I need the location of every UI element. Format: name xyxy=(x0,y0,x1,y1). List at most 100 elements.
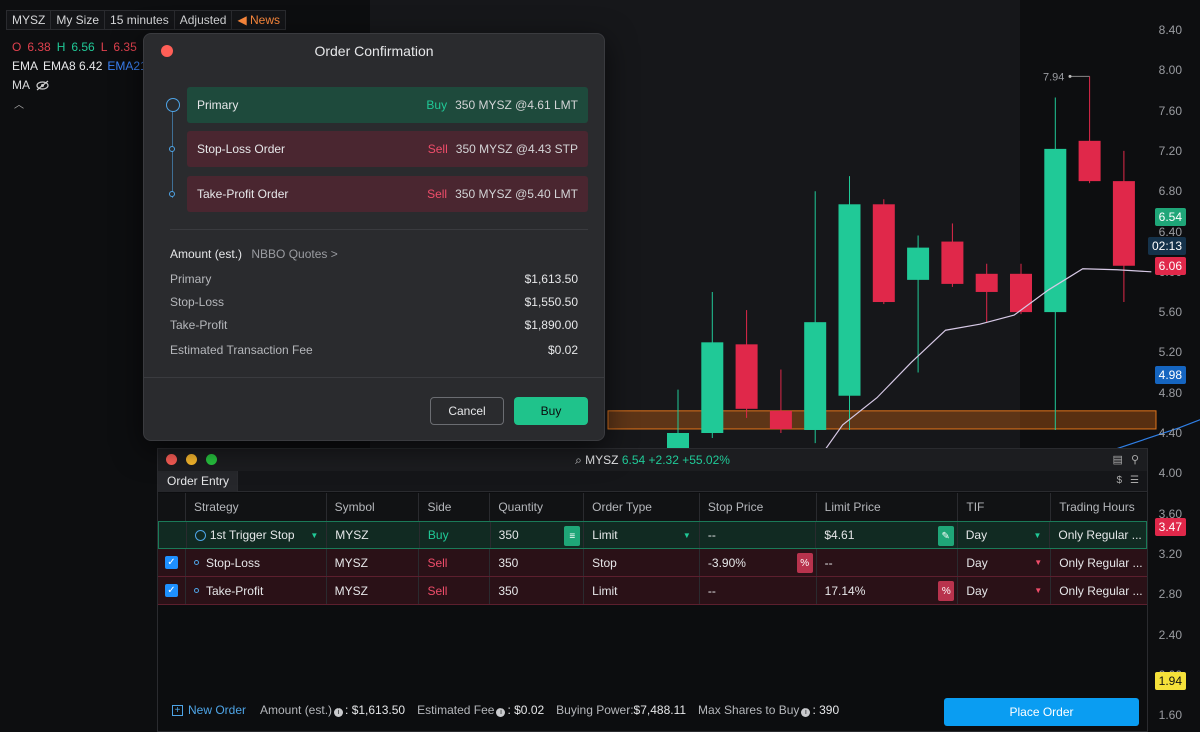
price-tick-label: 4.80 xyxy=(1158,385,1182,400)
percent-icon[interactable]: % xyxy=(938,581,955,601)
high-marker-dot xyxy=(1068,74,1072,78)
info-icon[interactable]: i xyxy=(496,708,506,717)
col-order-type[interactable]: Order Type xyxy=(584,493,700,521)
col-trading-hours[interactable]: Trading Hours xyxy=(1051,493,1147,521)
confirm-buy-button[interactable]: Buy xyxy=(514,397,588,425)
side-cell[interactable]: Buy xyxy=(420,522,491,548)
col-tif[interactable]: TIF xyxy=(958,493,1052,521)
chevron-up-icon[interactable]: ︿ xyxy=(14,96,24,111)
row-checkbox[interactable]: ✓ xyxy=(158,549,186,576)
trading-hours-select[interactable]: Only Regular ... xyxy=(1050,522,1146,548)
price-tick-label: 2.80 xyxy=(1158,587,1182,602)
limit-price-input[interactable]: 17.14% % xyxy=(817,577,959,604)
interval-selector[interactable]: 15 minutes xyxy=(104,10,174,30)
high-marker-label: 7.94 xyxy=(1043,71,1064,83)
eye-hidden-icon[interactable] xyxy=(36,80,49,91)
leg-name: Take-Profit Order xyxy=(197,187,289,201)
tif-select[interactable]: Day ▼ xyxy=(958,549,1052,576)
side-cell[interactable]: Sell xyxy=(419,549,491,576)
limit-price-value: 17.14% xyxy=(824,583,866,598)
timeline-dot xyxy=(169,191,175,197)
stat-value: : 390 xyxy=(812,703,840,717)
stop-price-input[interactable]: -3.90% % xyxy=(700,549,817,576)
tab-bar: Order Entry $ ☰ xyxy=(158,471,1147,492)
ohlc-readout: O 6.38 H 6.56 L 6.35 xyxy=(12,40,137,54)
stat-value: $7,488.11 xyxy=(633,703,687,717)
dollar-icon[interactable]: $ xyxy=(1116,475,1122,486)
stack-icon[interactable]: ≡ xyxy=(564,526,581,546)
quote-header: ⌕ MYSZ 6.54 +2.32 +55.02% xyxy=(158,453,1147,468)
place-order-button[interactable]: Place Order xyxy=(944,698,1139,726)
limit-price-input[interactable]: -- xyxy=(817,549,959,576)
candle-body xyxy=(1078,140,1101,182)
nbbo-quotes-link[interactable]: NBBO Quotes > xyxy=(251,247,337,261)
trading-hours-select[interactable]: Only Regular ... xyxy=(1051,577,1147,604)
side-cell[interactable]: Sell xyxy=(419,577,491,604)
col-quantity[interactable]: Quantity xyxy=(490,493,585,521)
stop-price-input[interactable]: -- xyxy=(700,577,817,604)
leg-desc: 350 MYSZ @4.43 STP xyxy=(455,142,578,156)
news-button[interactable]: ◀ News xyxy=(231,10,287,30)
limit-price-input[interactable]: $4.61 ✎ xyxy=(816,522,958,548)
layout-icon[interactable]: ▤ xyxy=(1113,453,1123,466)
order-entry-window: ⌕ MYSZ 6.54 +2.32 +55.02% ▤ ⚲ Order Entr… xyxy=(157,448,1148,732)
order-type-select[interactable]: Limit ▼ xyxy=(584,522,700,548)
adjust-selector[interactable]: Adjusted xyxy=(173,10,232,30)
new-order-button[interactable]: + New Order xyxy=(172,703,246,717)
tif-select[interactable]: Day ▼ xyxy=(958,522,1051,548)
grid-header: Strategy Symbol Side Quantity Order Type… xyxy=(158,493,1147,521)
tab-order-entry[interactable]: Order Entry xyxy=(158,471,238,492)
ema-study-legend[interactable]: EMA EMA8 6.42 EMA21 xyxy=(12,59,147,73)
ema8-value: EMA8 6.42 xyxy=(43,59,103,73)
price-tag: 3.47 xyxy=(1154,517,1186,536)
col-symbol[interactable]: Symbol xyxy=(327,493,420,521)
leg-side: Sell xyxy=(427,187,448,201)
edit-icon[interactable]: ✎ xyxy=(937,526,954,546)
pin-icon[interactable]: ⚲ xyxy=(1131,453,1139,466)
order-type-select[interactable]: Limit xyxy=(584,577,700,604)
leg-name: Primary xyxy=(197,98,239,112)
strategy-value: Take-Profit xyxy=(205,583,264,598)
tif-select[interactable]: Day ▼ xyxy=(958,577,1052,604)
amount-row-value: $1,550.50 xyxy=(524,295,578,309)
percent-icon[interactable]: % xyxy=(796,553,813,573)
row-checkbox[interactable]: ✓ xyxy=(158,577,186,604)
order-row-primary: 1st Trigger Stop ▼ MYSZ Buy 350 ≡ Limit … xyxy=(158,521,1147,549)
candle-body xyxy=(941,241,964,284)
trading-hours-select[interactable]: Only Regular ... xyxy=(1051,549,1147,576)
amount-row: Estimated Transaction Fee $0.02 xyxy=(170,343,578,357)
megaphone-icon: ◀ xyxy=(237,13,247,27)
strategy-select[interactable]: 1st Trigger Stop ▼ xyxy=(187,522,328,548)
candle-body xyxy=(701,342,724,433)
price-axis[interactable]: 8.408.007.607.206.806.406.005.605.204.80… xyxy=(1147,0,1200,732)
size-selector[interactable]: My Size xyxy=(50,10,105,30)
quantity-input[interactable]: 350 ≡ xyxy=(491,522,585,548)
col-side[interactable]: Side xyxy=(419,493,491,521)
col-limit-price[interactable]: Limit Price xyxy=(817,493,959,521)
quantity-input[interactable]: 350 xyxy=(490,577,585,604)
cancel-button[interactable]: Cancel xyxy=(430,397,504,425)
chart-toolbar: MYSZ My Size 15 minutes Adjusted ◀ News xyxy=(6,10,287,30)
col-stop-price[interactable]: Stop Price xyxy=(700,493,817,521)
candle-body xyxy=(838,204,861,396)
ma-study-legend[interactable]: MA xyxy=(12,78,49,92)
col-strategy[interactable]: Strategy xyxy=(186,493,327,521)
price-tag: 6.06 xyxy=(1154,256,1186,275)
caret-down-icon: ▼ xyxy=(1034,586,1043,595)
new-order-label: New Order xyxy=(188,703,247,717)
stop-price-input[interactable]: -- xyxy=(700,522,817,548)
candle-body xyxy=(872,204,895,303)
stat-amount: Amount (est.) i: $1,613.50 xyxy=(260,703,405,717)
window-titlebar[interactable]: ⌕ MYSZ 6.54 +2.32 +55.02% ▤ ⚲ xyxy=(158,449,1147,471)
quantity-input[interactable]: 350 xyxy=(490,549,585,576)
symbol-selector[interactable]: MYSZ xyxy=(6,10,51,30)
info-icon[interactable]: i xyxy=(801,708,811,717)
list-icon[interactable]: ☰ xyxy=(1130,475,1139,486)
news-label: News xyxy=(250,13,281,27)
info-icon[interactable]: i xyxy=(334,708,344,717)
trigger-icon xyxy=(194,529,206,541)
dialog-title: Order Confirmation xyxy=(314,43,434,59)
order-type-select[interactable]: Stop xyxy=(584,549,700,576)
amount-heading: Amount (est.) NBBO Quotes > xyxy=(170,247,338,261)
search-icon[interactable]: ⌕ xyxy=(575,453,582,467)
